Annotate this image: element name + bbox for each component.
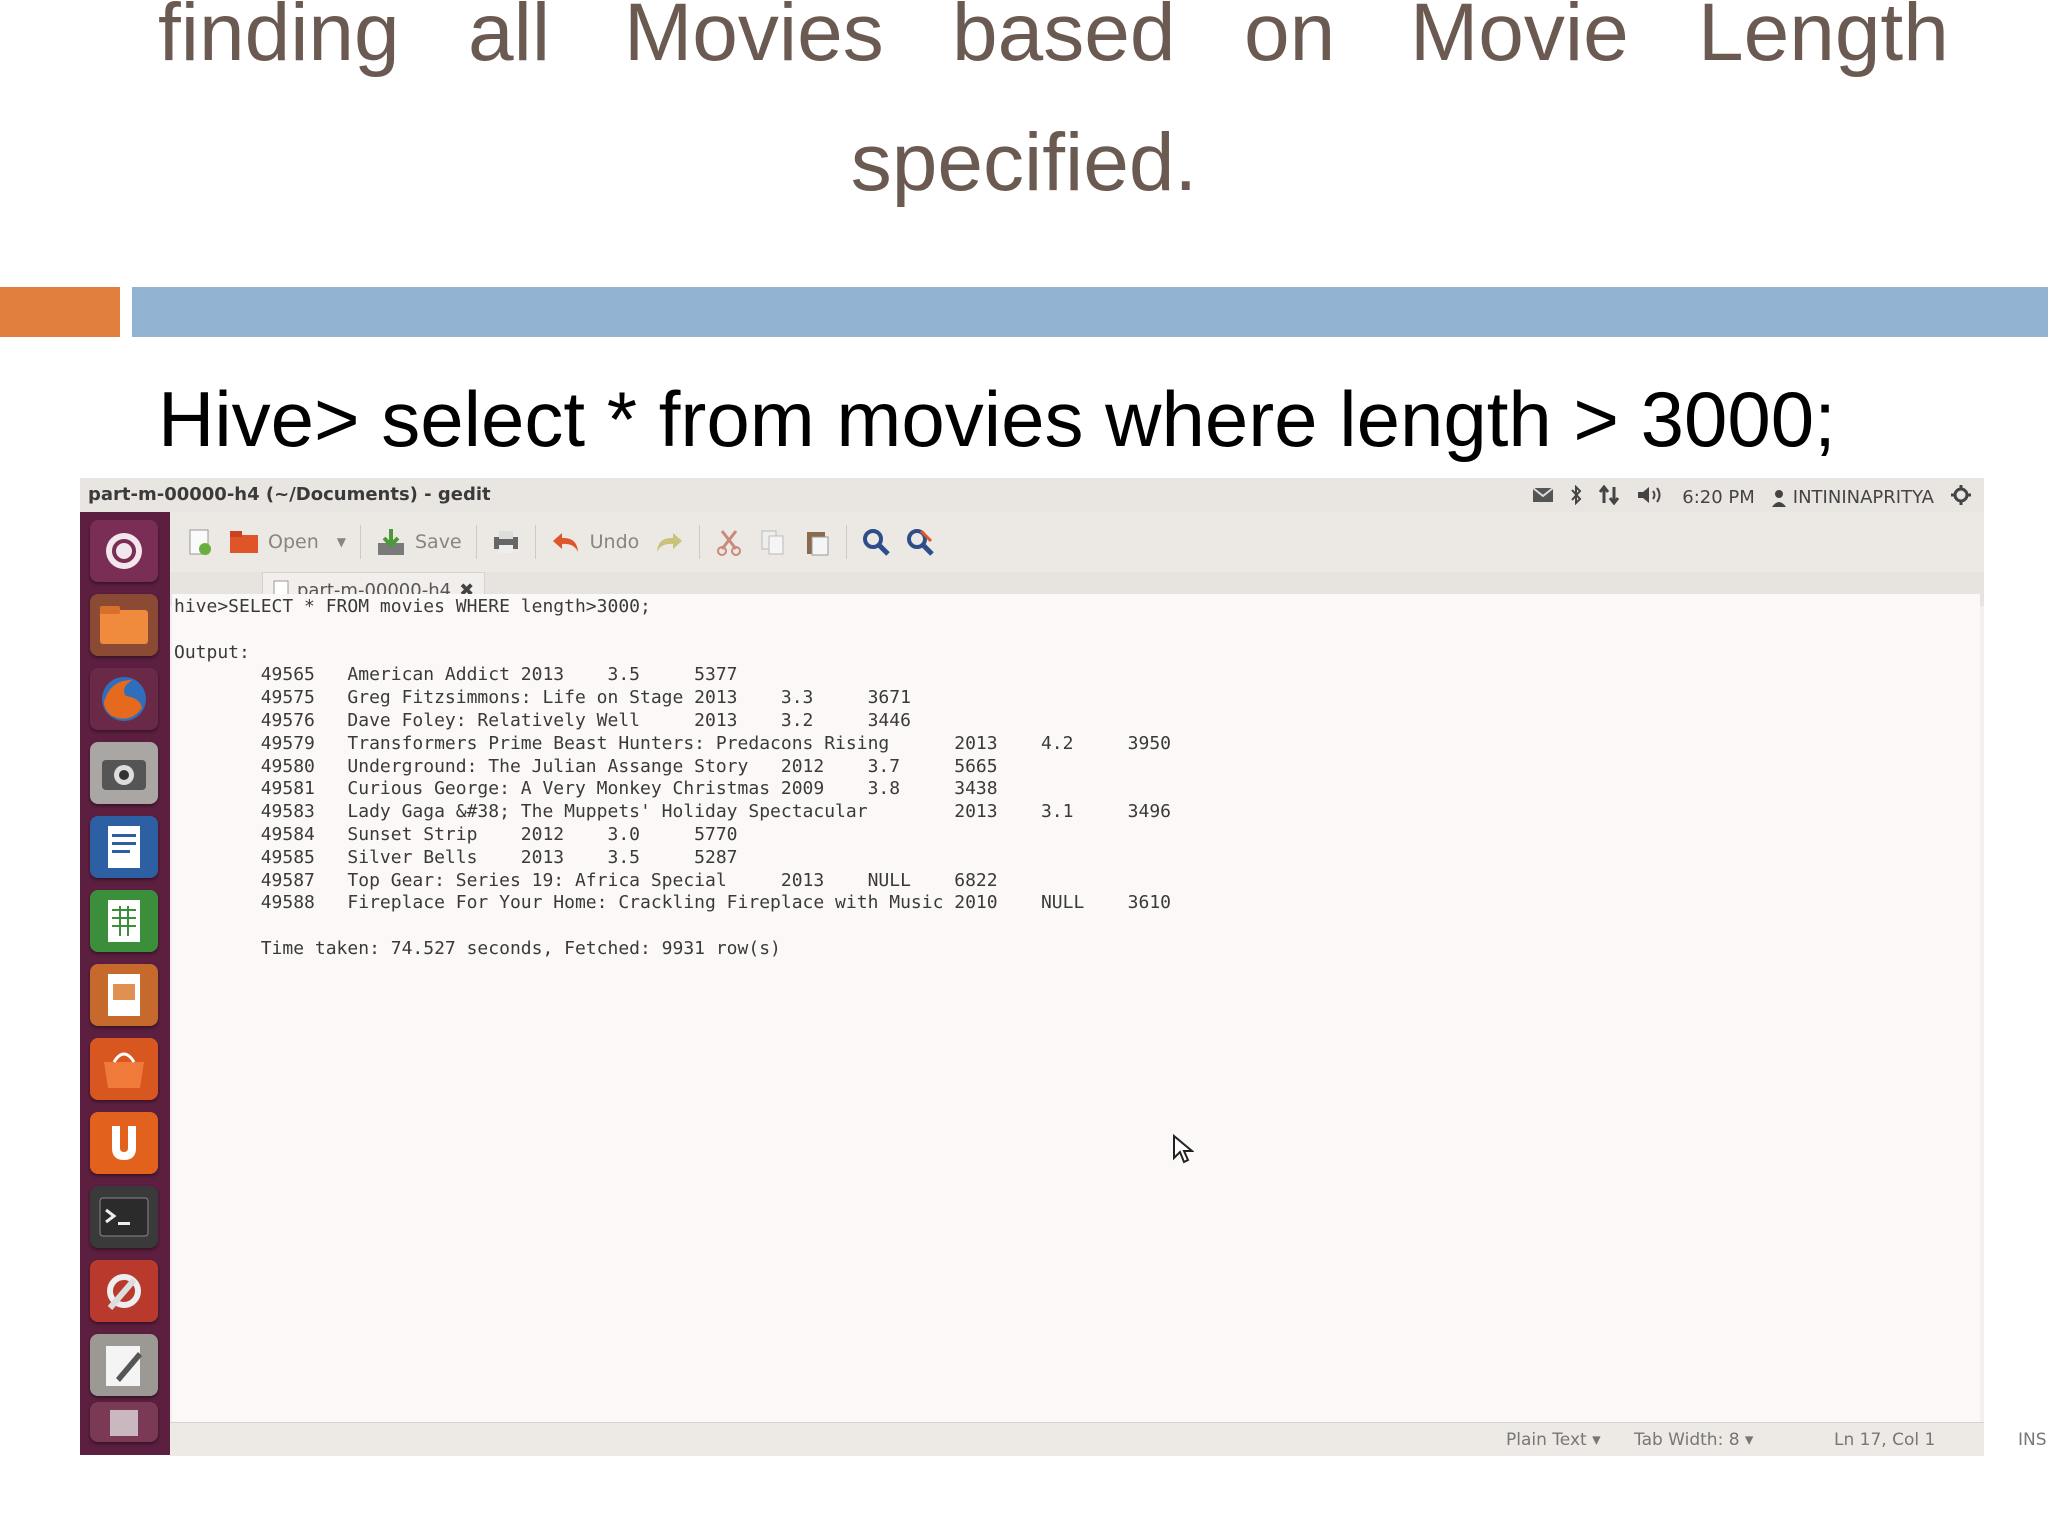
top-panel: part-m-00000-h4 (~/Documents) - gedit 6:… <box>80 478 1984 513</box>
toolbar-separator <box>699 525 701 559</box>
terminal-icon[interactable] <box>90 1186 158 1248</box>
volume-icon[interactable] <box>1636 485 1666 510</box>
title-word: Length <box>1698 0 1949 78</box>
system-settings-icon[interactable] <box>90 1260 158 1322</box>
open-folder-icon <box>230 531 258 553</box>
cut-button[interactable] <box>714 527 744 557</box>
accent-bar-blue <box>132 287 2048 337</box>
syntax-mode-label: Plain Text <box>1506 1430 1587 1450</box>
save-label: Save <box>414 531 462 553</box>
undo-label: Undo <box>589 531 640 553</box>
insert-mode: INS <box>2018 1430 2047 1450</box>
gedit-toolbar: Open ▼ Save Undo <box>170 512 1984 573</box>
files-folder-icon[interactable] <box>90 594 158 656</box>
clipboard-paste-icon <box>807 532 829 556</box>
slide-title-line-2: specified. <box>850 117 1198 208</box>
new-document-button[interactable] <box>184 527 214 557</box>
copy-icon <box>761 530 784 555</box>
toolbar-separator <box>475 525 477 559</box>
search-replace-button[interactable] <box>905 527 935 557</box>
open-button[interactable]: Open ▼ <box>228 527 346 557</box>
software-center-icon[interactable] <box>90 1038 158 1100</box>
toolbar-separator <box>359 525 361 559</box>
window-title: part-m-00000-h4 (~/Documents) - gedit <box>88 484 491 505</box>
title-word: finding <box>158 0 400 78</box>
clock[interactable]: 6:20 PM <box>1682 487 1755 508</box>
copy-button[interactable] <box>758 527 788 557</box>
search-icon <box>863 529 891 556</box>
toolbar-separator <box>534 525 536 559</box>
undo-button[interactable]: Undo <box>550 527 640 557</box>
status-bar: Plain Text ▾ Tab Width: 8 ▾ Ln 17, Col 1… <box>170 1422 2047 1456</box>
camera-shotwell-icon[interactable] <box>90 742 158 804</box>
new-document-icon <box>189 529 211 555</box>
user-name: INTININAPRITYA <box>1792 487 1934 508</box>
paste-button[interactable] <box>802 527 832 557</box>
ubuntu-desktop: part-m-00000-h4 (~/Documents) - gedit 6:… <box>80 478 2047 1456</box>
user-icon <box>1771 489 1786 507</box>
writer-document-icon[interactable] <box>90 816 158 878</box>
title-word: Movies <box>624 0 884 78</box>
panel-indicators: 6:20 PM INTININAPRITYA <box>1532 484 1972 511</box>
undo-arrow-icon <box>552 533 578 552</box>
impress-presentation-icon[interactable] <box>90 964 158 1026</box>
toolbar-separator <box>846 525 848 559</box>
title-word: all <box>468 0 551 78</box>
redo-arrow-icon <box>657 533 683 552</box>
syntax-mode-dropdown[interactable]: Plain Text ▾ <box>1506 1430 1601 1450</box>
trash-icon[interactable] <box>90 1402 158 1442</box>
printer-icon <box>493 531 518 553</box>
tab-width-dropdown[interactable]: Tab Width: 8 ▾ <box>1634 1430 1753 1450</box>
cursor-position: Ln 17, Col 1 <box>1834 1430 1936 1450</box>
scissors-icon <box>717 530 742 556</box>
save-button[interactable]: Save <box>375 527 462 557</box>
title-word: Movie <box>1410 0 1629 78</box>
text-editor-area[interactable]: hive>SELECT * FROM movies WHERE length>3… <box>172 594 1980 1422</box>
title-word: on <box>1244 0 1336 78</box>
calc-spreadsheet-icon[interactable] <box>90 890 158 952</box>
tab-width-label: Tab Width: 8 <box>1634 1430 1740 1450</box>
bluetooth-icon[interactable] <box>1570 484 1582 510</box>
user-menu[interactable]: INTININAPRITYA <box>1771 487 1934 508</box>
ubuntu-one-icon[interactable] <box>90 1112 158 1174</box>
editor-content: hive>SELECT * FROM movies WHERE length>3… <box>174 596 1171 959</box>
mail-icon[interactable] <box>1532 487 1554 508</box>
open-label: Open <box>268 531 319 553</box>
print-button[interactable] <box>491 527 521 557</box>
save-download-icon <box>377 529 404 555</box>
power-gear-icon[interactable] <box>1950 484 1972 511</box>
firefox-icon[interactable] <box>90 668 158 730</box>
network-icon[interactable] <box>1598 484 1620 510</box>
accent-bar-orange <box>0 287 120 337</box>
text-editor-icon[interactable] <box>90 1334 158 1396</box>
hive-query-heading: Hive> select * from movies where length … <box>158 375 1836 463</box>
redo-button[interactable] <box>653 527 685 557</box>
search-button[interactable] <box>861 527 891 557</box>
open-dropdown-chevron-icon[interactable]: ▼ <box>337 535 346 549</box>
dash-home-icon[interactable] <box>90 520 158 582</box>
unity-launcher <box>80 512 170 1455</box>
mouse-pointer-icon <box>1172 1133 1195 1169</box>
search-replace-icon <box>907 529 935 556</box>
title-word: based <box>952 0 1176 78</box>
